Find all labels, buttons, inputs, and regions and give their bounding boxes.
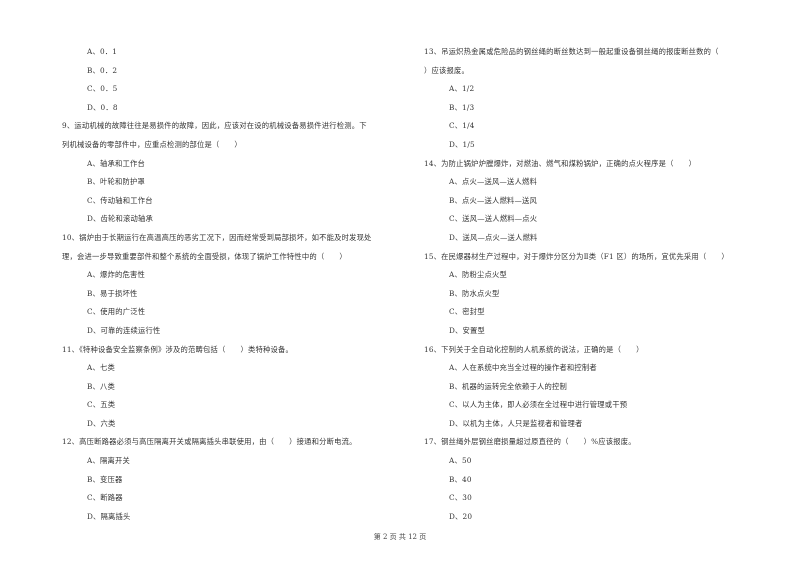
- question-text: 12、高压断路器必须与高压隔离开关或隔离插头串联使用，由（ ）接通和分断电流。: [62, 437, 357, 447]
- question-text: 9、运动机械的故障往往是易损件的故障，因此，应该对在设的机械设备易损件进行检测。…: [62, 121, 367, 131]
- answer-option: A、1/2: [449, 84, 475, 94]
- answer-option: D、六类: [87, 418, 116, 428]
- answer-option: D、1/5: [449, 139, 475, 149]
- answer-option: D、可靠的连续运行性: [87, 325, 161, 335]
- question-text: 15、在民爆器材生产过程中，对于爆炸分区分为Ⅱ类（F1 区）的场所，宜优先采用（…: [424, 251, 729, 261]
- answer-option: C、五类: [87, 400, 116, 410]
- question-text-continued: ）应该报废。: [424, 65, 469, 75]
- answer-option: C、0．5: [87, 84, 118, 94]
- left-column: A、0．1 B、0．2 C、0．5 D、0．8 9、运动机械的故障往往是易损件的故障，因…: [62, 43, 407, 526]
- answer-option: A、0．1: [87, 47, 118, 56]
- answer-option: C、传动轴和工作台: [87, 195, 153, 205]
- answer-option: A、50: [449, 456, 472, 466]
- answer-option: D、隔离插头: [87, 511, 131, 521]
- answer-option: B、40: [449, 474, 472, 484]
- question-text: 14、为防止锅炉炉膛爆炸，对燃油、燃气和煤粉锅炉，正确的点火程序是（ ）: [424, 158, 697, 168]
- answer-option: B、1/3: [449, 102, 475, 112]
- answer-option: C、1/4: [449, 121, 475, 131]
- answer-option: D、0．8: [87, 102, 118, 112]
- answer-option: B、易于损坏性: [87, 288, 138, 298]
- answer-option: B、机器的运转完全依赖于人的控制: [449, 381, 568, 391]
- answer-option: A、隔离开关: [87, 456, 130, 466]
- right-column: 13、吊运炽热金属或危险品的钢丝绳的断丝数达到一般起重设备钢丝绳的报废断丝数的（…: [424, 43, 746, 526]
- question-text: 10、锅炉由于长期运行在高温高压的恶劣工况下，因而经常受到局部损坏，如不能及时发…: [62, 232, 372, 242]
- answer-option: A、爆炸的危害性: [87, 270, 145, 280]
- answer-option: B、防水点火型: [449, 288, 500, 298]
- question-text: 17、钢丝绳外层钢丝磨损量超过原直径的（ ）%应该报废。: [424, 437, 636, 447]
- answer-option: D、以机为主体，人只是监视者和管理者: [449, 418, 583, 428]
- answer-option: C、30: [449, 493, 472, 503]
- answer-option: C、密封型: [449, 307, 485, 317]
- answer-option: C、送风—送人燃料—点火: [449, 214, 538, 224]
- answer-option: B、点火—送人燃料—送风: [449, 195, 538, 205]
- question-text: 13、吊运炽热金属或危险品的钢丝绳的断丝数达到一般起重设备钢丝绳的报废断丝数的（: [424, 47, 719, 56]
- answer-option: C、使用的广泛性: [87, 307, 146, 317]
- answer-option: B、八类: [87, 381, 116, 391]
- question-text-continued: 理，会进一步导致重要部件和整个系统的全面受损，体现了锅炉工作特性中的（ ）: [62, 251, 347, 261]
- answer-option: A、人在系统中充当全过程的操作者和控制者: [449, 363, 597, 373]
- answer-option: B、变压器: [87, 474, 123, 484]
- question-text: 11、《特种设备安全监察条例》涉及的范畴包括（ ）类特种设备。: [62, 344, 293, 354]
- page-number-footer: 第 2 页 共 12 页: [373, 533, 427, 541]
- answer-option: A、轴承和工作台: [87, 158, 145, 168]
- question-text: 16、下列关于全自动化控制的人机系统的说法，正确的是（ ）: [424, 344, 644, 354]
- answer-option: D、送风—点火—送人燃料: [449, 232, 538, 242]
- answer-option: D、安置型: [449, 325, 486, 335]
- answer-option: C、以人为主体，即人必须在全过程中进行管理或干预: [449, 400, 628, 410]
- question-text-continued: 列机械设备的零部件中，应重点检测的部位是（ ）: [62, 139, 242, 149]
- answer-option: D、齿轮和滚动轴承: [87, 214, 154, 224]
- answer-option: A、防粉尘点火型: [449, 270, 507, 280]
- answer-option: A、七类: [87, 363, 115, 373]
- answer-option: B、0．2: [87, 65, 118, 75]
- answer-option: D、20: [449, 511, 473, 521]
- answer-option: A、点火—送风—送人燃料: [449, 177, 537, 187]
- answer-option: B、叶轮和防护罩: [87, 177, 146, 187]
- answer-option: C、断路器: [87, 493, 123, 503]
